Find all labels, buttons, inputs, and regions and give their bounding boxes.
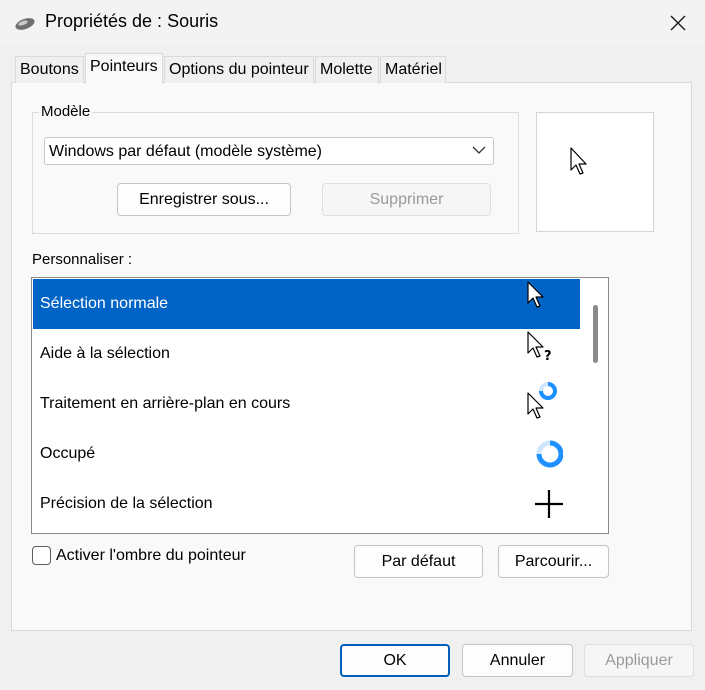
window-title: Propriétés de : Souris: [45, 11, 219, 31]
pointer-preview: [536, 112, 654, 232]
apply-button[interactable]: Appliquer: [584, 644, 694, 677]
mouse-icon: [15, 18, 35, 30]
close-button[interactable]: [662, 8, 694, 38]
chevron-down-icon: [472, 146, 486, 154]
pointer-shadow-checkbox[interactable]: [32, 546, 51, 565]
list-item[interactable]: Aide à la sélection ?: [33, 329, 580, 379]
list-item[interactable]: Précision de la sélection: [33, 479, 580, 529]
working-in-background-icon: [527, 382, 557, 419]
list-item[interactable]: Sélection normale: [33, 279, 580, 329]
list-item-label: Traitement en arrière-plan en cours: [40, 395, 291, 412]
browse-button[interactable]: Parcourir...: [498, 545, 609, 578]
tab-pointeurs[interactable]: Pointeurs: [85, 53, 163, 84]
list-item-label: Occupé: [40, 445, 96, 462]
list-item[interactable]: Occupé: [33, 429, 580, 479]
crosshair-icon: [535, 490, 563, 518]
scheme-select[interactable]: Windows par défaut (modèle système): [44, 137, 494, 165]
pointer-shadow-label[interactable]: Activer l'ombre du pointeur: [56, 547, 246, 565]
tab-molette[interactable]: Molette: [315, 56, 379, 83]
customize-label: Personnaliser :: [32, 251, 133, 268]
list-item[interactable]: Traitement en arrière-plan en cours: [33, 379, 580, 429]
help-pointer-icon: ?: [527, 331, 552, 364]
list-item-label: Aide à la sélection: [40, 345, 170, 362]
close-icon: [670, 15, 686, 31]
list-item-label: Sélection normale: [40, 295, 169, 312]
cancel-button[interactable]: Annuler: [462, 644, 573, 677]
scrollbar-thumb[interactable]: [593, 305, 598, 363]
delete-button[interactable]: Supprimer: [322, 183, 491, 216]
list-item-label: Précision de la sélection: [40, 495, 213, 512]
tab-options-du-pointeur[interactable]: Options du pointeur: [164, 56, 314, 83]
tab-materiel[interactable]: Matériel: [380, 56, 446, 83]
busy-ring-icon: [536, 440, 563, 468]
ok-button[interactable]: OK: [340, 644, 450, 677]
arrow-pointer-icon: [527, 281, 544, 308]
svg-text:?: ?: [544, 349, 552, 364]
arrow-pointer-icon: [570, 147, 587, 175]
tab-boutons[interactable]: Boutons: [15, 56, 84, 83]
scheme-group-label: Modèle: [39, 103, 93, 120]
default-button[interactable]: Par défaut: [354, 545, 483, 578]
save-as-button[interactable]: Enregistrer sous...: [117, 183, 291, 216]
